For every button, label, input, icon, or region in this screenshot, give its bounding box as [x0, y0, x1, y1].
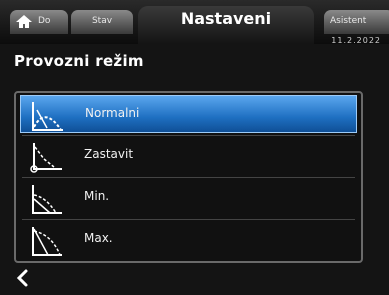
mode-item-stop[interactable]: Zastavit	[20, 137, 357, 175]
divider	[22, 135, 355, 136]
top-navigation-bar: Do Stav Nastaveni Asistent 11.2.2022	[0, 0, 389, 45]
back-button[interactable]	[14, 268, 32, 288]
mode-label: Zastavit	[84, 147, 134, 161]
tab-status-label: Stav	[91, 16, 113, 26]
mode-label: Min.	[84, 189, 110, 203]
tab-status[interactable]: Stav	[71, 10, 133, 34]
mode-item-min[interactable]: Min.	[20, 179, 357, 217]
tab-settings-label: Nastaveni	[180, 9, 272, 28]
normal-mode-icon	[31, 100, 65, 132]
stop-mode-icon	[30, 141, 64, 173]
divider	[22, 219, 355, 220]
chevron-left-icon	[14, 269, 32, 292]
mode-list: Normalni Zastavit Min. Max.	[14, 91, 363, 263]
mode-label: Normalni	[85, 106, 140, 120]
tab-home-label: Do	[38, 16, 51, 26]
home-icon	[16, 15, 32, 37]
tab-settings[interactable]: Nastaveni	[138, 6, 314, 44]
mode-label: Max.	[84, 231, 113, 245]
tab-home[interactable]: Do	[10, 10, 68, 34]
max-mode-icon	[30, 225, 64, 257]
tab-assistant-label: Asistent	[330, 16, 367, 26]
tab-assistant[interactable]: Asistent	[324, 10, 389, 34]
date-display: 11.2.2022	[331, 36, 381, 45]
mode-item-max[interactable]: Max.	[20, 221, 357, 259]
min-mode-icon	[30, 183, 64, 215]
page-title: Provozni režim	[14, 52, 144, 70]
mode-item-normal[interactable]: Normalni	[20, 95, 357, 133]
divider	[22, 177, 355, 178]
